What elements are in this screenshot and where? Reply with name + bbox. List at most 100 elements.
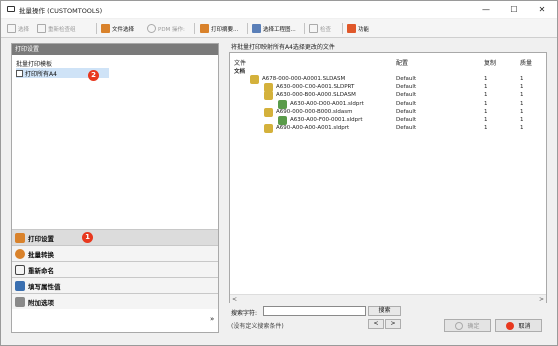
- cell-copies: 1: [484, 92, 488, 99]
- cell-config: Default: [396, 84, 417, 91]
- file-select-label: 文件选择: [112, 26, 135, 33]
- scroll-left-icon[interactable]: <: [230, 295, 239, 304]
- cell-copies: 1: [484, 84, 488, 91]
- callout-badge-1: 1: [82, 232, 93, 243]
- select-icon: [7, 24, 16, 33]
- file-icon: [250, 75, 259, 84]
- cancel-icon: [506, 321, 515, 330]
- file-icon: [264, 91, 273, 101]
- cancel-button[interactable]: 取消: [495, 319, 542, 332]
- cell-quantity: 1: [520, 100, 524, 107]
- scroll-right-icon[interactable]: >: [537, 295, 546, 304]
- cell-config: Default: [396, 100, 417, 107]
- search-prev-button[interactable]: <: [368, 319, 384, 329]
- nav-label: 填写属性值: [28, 282, 61, 291]
- recheck-group-button[interactable]: 重新检查组: [37, 22, 76, 35]
- nav-additional-options[interactable]: 附加选项: [12, 293, 218, 309]
- search-next-button[interactable]: >: [385, 319, 401, 329]
- cell-file: A630-000-B00-A000.SLDASM: [276, 92, 356, 99]
- column-header-config[interactable]: 配置: [396, 58, 408, 67]
- rename-icon: [15, 264, 25, 275]
- toolbar-separator: [304, 23, 305, 34]
- drawing-icon: [252, 24, 261, 33]
- maximize-button[interactable]: ☐: [500, 3, 528, 16]
- close-button[interactable]: ✕: [528, 3, 556, 16]
- app-icon: [7, 6, 15, 12]
- cell-config: Default: [396, 76, 417, 82]
- horizontal-scrollbar[interactable]: < >: [230, 294, 546, 303]
- check-button[interactable]: 检查: [309, 22, 331, 35]
- toolbar-separator: [342, 23, 343, 34]
- nav-label: 批量转换: [28, 250, 54, 259]
- table-row[interactable]: A630-000-B00-A000.SLDASM Default 1 1: [230, 91, 546, 101]
- table-row[interactable]: A630-A00-F00-0001.sldprt Default 1 1: [230, 116, 546, 125]
- column-header-copies[interactable]: 复制: [484, 58, 496, 67]
- group-label: 文档: [234, 69, 246, 75]
- batch-convert-icon: [15, 248, 25, 259]
- select-drawing-label: 选择工程图...: [263, 26, 296, 33]
- nav-label: 附加选项: [28, 298, 54, 307]
- title-bar: 批量操作 (CUSTOMTOOLS) — ☐ ✕: [1, 1, 557, 18]
- recheck-icon: [37, 24, 46, 33]
- batch-operation-window: 批量操作 (CUSTOMTOOLS) — ☐ ✕ 选择 重新检查组 文件选择 P…: [0, 0, 558, 346]
- cell-config: Default: [396, 125, 417, 132]
- column-header-quantity[interactable]: 质量: [520, 58, 532, 67]
- minimize-button[interactable]: —: [472, 3, 500, 16]
- check-icon: [309, 24, 318, 33]
- print-summary-label: 打印摘要...: [211, 26, 239, 33]
- function-button[interactable]: 功能: [347, 22, 369, 35]
- pdm-operation-button[interactable]: PDM 操作:: [147, 22, 185, 35]
- print-icon: [200, 24, 209, 33]
- checkbox[interactable]: [16, 69, 23, 77]
- cell-quantity: 1: [520, 108, 524, 115]
- nav-batch-convert[interactable]: 批量转换: [12, 245, 218, 261]
- nav-label: 打印设置: [28, 234, 54, 243]
- column-header-file[interactable]: 文件: [234, 58, 246, 67]
- file-select-icon: [101, 24, 110, 33]
- window-title: 批量操作 (CUSTOMTOOLS): [19, 7, 103, 15]
- table-row[interactable]: A630-A00-D00-A001.sldprt Default 1 1: [230, 99, 546, 109]
- cell-config: Default: [396, 92, 417, 99]
- panel-subheader: 批量打印模板: [16, 61, 53, 68]
- nav-fill-properties[interactable]: 填写属性值: [12, 277, 218, 293]
- chevron-right-icon[interactable]: »: [210, 315, 214, 323]
- cell-file: A630-A00-D00-A001.sldprt: [290, 100, 364, 107]
- cell-copies: 1: [484, 125, 488, 132]
- callout-badge-2: 2: [88, 70, 99, 81]
- print-settings-icon: [15, 232, 25, 243]
- file-icon: [278, 99, 287, 109]
- table-row[interactable]: A678-000-000-A0001.SLDASM Default 1 1: [230, 75, 546, 84]
- cell-quantity: 1: [520, 84, 524, 91]
- cell-copies: 1: [484, 76, 488, 82]
- ok-button[interactable]: 确定: [444, 319, 491, 332]
- cell-file: A630-A00-F00-0001.sldprt: [290, 117, 363, 123]
- toolbar-separator: [96, 23, 97, 34]
- file-icon: [278, 116, 287, 125]
- table-row[interactable]: A630-000-C00-A001.SLDPRT Default 1 1: [230, 83, 546, 93]
- cell-config: Default: [396, 117, 417, 123]
- additional-options-icon: [15, 296, 25, 307]
- nav-rename[interactable]: 重新命名: [12, 261, 218, 277]
- nav-label: 重新命名: [28, 266, 54, 275]
- cell-copies: 1: [484, 100, 488, 107]
- table-row[interactable]: A690-000-000-B000.sldasm Default 1 1: [230, 107, 546, 117]
- recheck-label: 重新检查组: [48, 26, 76, 33]
- cell-file: A690-A00-A00-A001.sldprt: [276, 125, 350, 132]
- search-input[interactable]: [263, 306, 366, 316]
- option-label: 打印所有A4: [25, 70, 57, 78]
- ok-label: 确定: [467, 323, 480, 330]
- table-row[interactable]: A690-A00-A00-A001.sldprt Default 1 1: [230, 124, 546, 134]
- ok-icon: [455, 321, 464, 330]
- toolbar-separator: [247, 23, 248, 34]
- file-list-caption: 将批量打印映射所有A4选择更改的文件: [231, 44, 335, 51]
- cancel-label: 取消: [518, 323, 531, 330]
- select-button[interactable]: 选择: [7, 22, 29, 35]
- search-hint: (没有定义搜索条件): [231, 323, 284, 330]
- search-button[interactable]: 搜索: [368, 306, 401, 316]
- print-summary-button[interactable]: 打印摘要...: [200, 22, 238, 35]
- nav-print-settings[interactable]: 打印设置: [12, 229, 218, 245]
- file-grid: 文件 配置 复制 质量 文档 A678-000-000-A0001.SLDASM…: [229, 52, 547, 303]
- file-select-button[interactable]: 文件选择: [101, 22, 134, 35]
- select-drawing-button[interactable]: 选择工程图...: [252, 22, 296, 35]
- cell-copies: 1: [484, 117, 488, 123]
